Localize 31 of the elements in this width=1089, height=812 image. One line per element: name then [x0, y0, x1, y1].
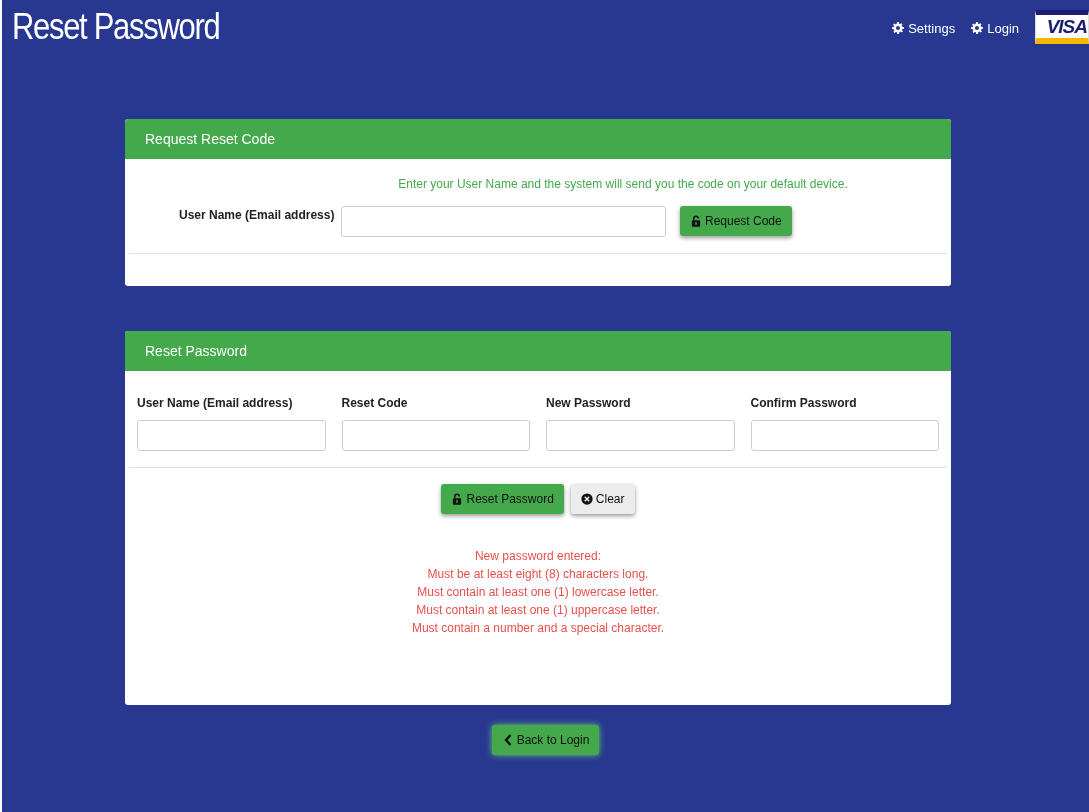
page-title: Reset Password — [12, 6, 220, 48]
field-label: User Name (Email address) — [179, 208, 336, 222]
nav-link[interactable]: Login — [971, 20, 1019, 36]
close-icon — [580, 493, 593, 505]
settings-icon — [971, 22, 984, 34]
field-label: Reset Code — [341, 396, 409, 410]
card-header: Request Reset Code — [125, 119, 951, 159]
field-label: Confirm Password — [750, 396, 858, 410]
back-to-login-button[interactable]: Back to Login — [491, 725, 600, 755]
validation-message: Must contain a number and a special character. — [410, 620, 666, 637]
validation-message: Must be at least eight (8) characters long. — [426, 566, 650, 583]
validation-message: Must contain at least one (1) uppercase letter. — [415, 602, 661, 619]
input-field[interactable] — [341, 420, 530, 451]
reset-password-button[interactable]: Reset Password — [441, 484, 564, 514]
settings-icon — [892, 22, 905, 34]
request-code-button[interactable]: Request Code — [680, 206, 792, 236]
validation-message: New password entered: — [473, 548, 603, 565]
field-label: User Name (Email address) — [137, 396, 294, 410]
input-field[interactable] — [750, 420, 939, 451]
card-header: Reset Password — [125, 331, 951, 371]
input-field[interactable] — [137, 420, 326, 451]
unlocked-padlock-icon — [690, 215, 702, 227]
field-label: New Password — [546, 396, 632, 410]
validation-message: Must contain at least one (1) lowercase letter. — [416, 584, 660, 601]
hint-text: Enter your User Name and the system will send you the code on your default device. — [397, 177, 849, 191]
nav-link[interactable]: Settings — [892, 20, 956, 36]
clear-button[interactable]: Clear — [570, 484, 635, 514]
input-field[interactable] — [341, 206, 666, 237]
unlocked-padlock-icon — [451, 493, 464, 505]
input-field[interactable] — [546, 420, 735, 451]
logo-text: VISA — [1046, 15, 1088, 38]
